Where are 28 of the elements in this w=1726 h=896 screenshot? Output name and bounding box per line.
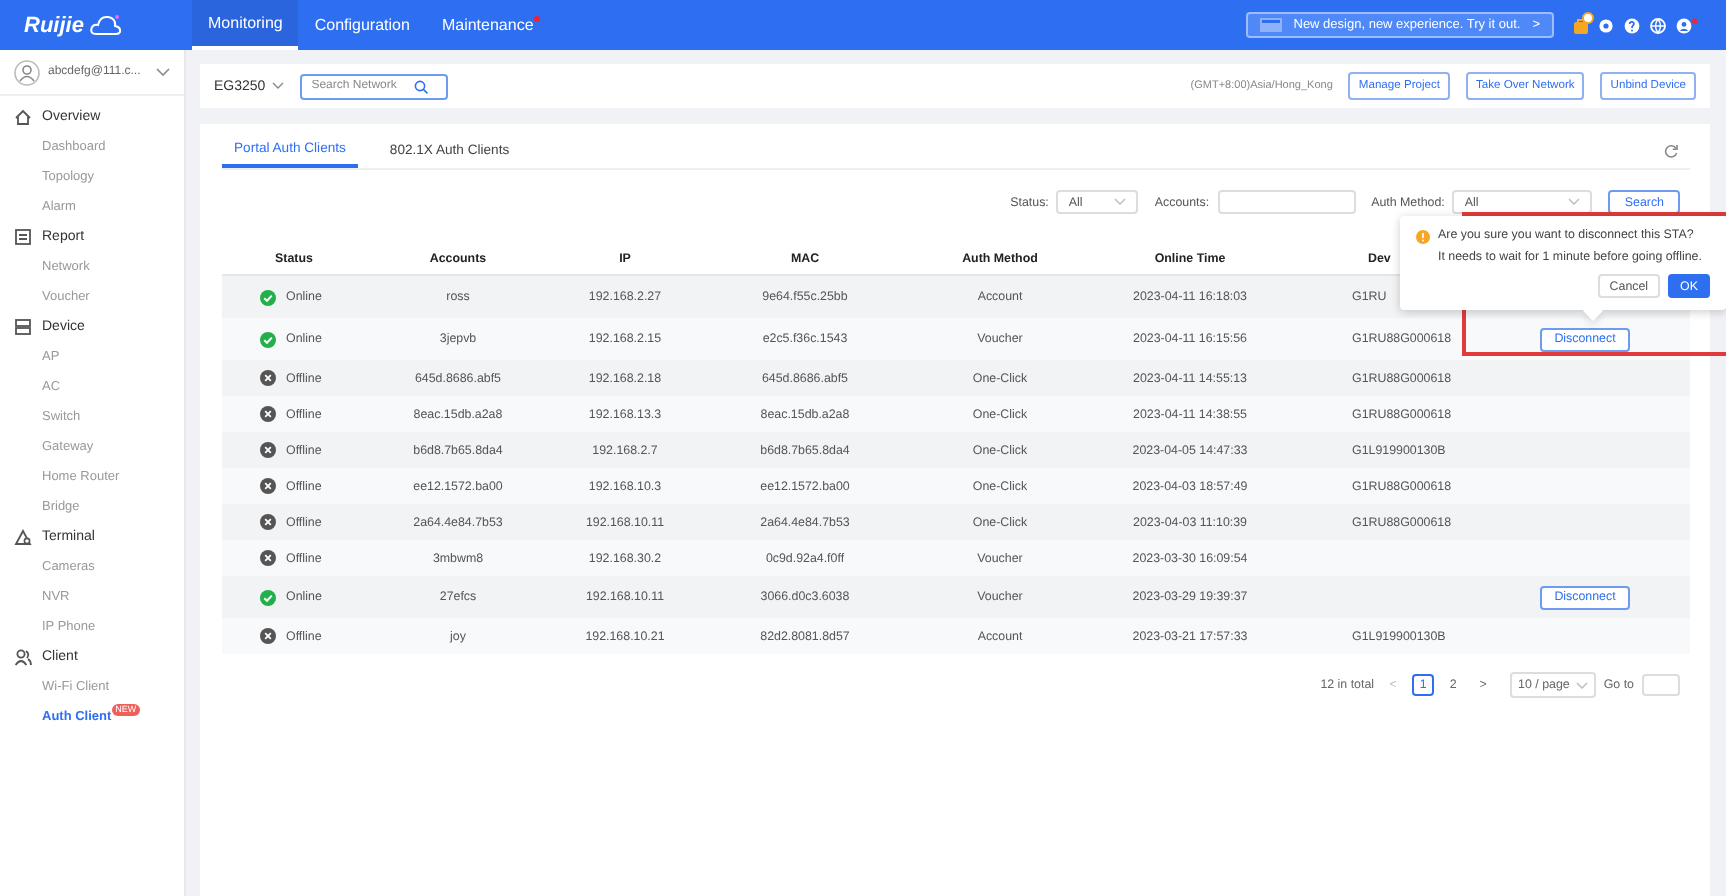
goto-field[interactable] (1642, 674, 1680, 696)
window-icon (1259, 18, 1282, 32)
search-icon (413, 79, 428, 93)
bag-icon[interactable] (1574, 17, 1588, 33)
chevron-down-icon (1114, 198, 1127, 206)
globe-icon[interactable] (1650, 17, 1666, 33)
cloud-icon (89, 14, 122, 36)
terminal-icon (14, 528, 32, 546)
refresh-icon[interactable] (1664, 143, 1678, 157)
logo-text: Ruijie (24, 13, 84, 37)
warning-icon (1416, 230, 1430, 244)
notification-badge (1582, 11, 1594, 23)
chevron-down-icon (271, 82, 284, 90)
chevron-down-icon (1575, 681, 1588, 689)
chevron-down-icon[interactable] (156, 68, 170, 76)
accounts-field[interactable] (1217, 190, 1356, 214)
report-icon (14, 228, 32, 246)
avatar-icon[interactable] (14, 59, 40, 85)
help-icon[interactable] (1624, 17, 1640, 33)
nav-tab[interactable]: Maintenance (425, 0, 550, 50)
users-icon (14, 648, 32, 666)
nav-tab[interactable]: Monitoring (192, 0, 299, 50)
home-icon (14, 108, 32, 126)
settings-icon[interactable] (1598, 17, 1614, 33)
user-icon[interactable] (1676, 17, 1698, 33)
server-icon (14, 318, 32, 336)
nav-tab[interactable]: Configuration (298, 0, 426, 50)
chevron-down-icon (1568, 198, 1581, 206)
